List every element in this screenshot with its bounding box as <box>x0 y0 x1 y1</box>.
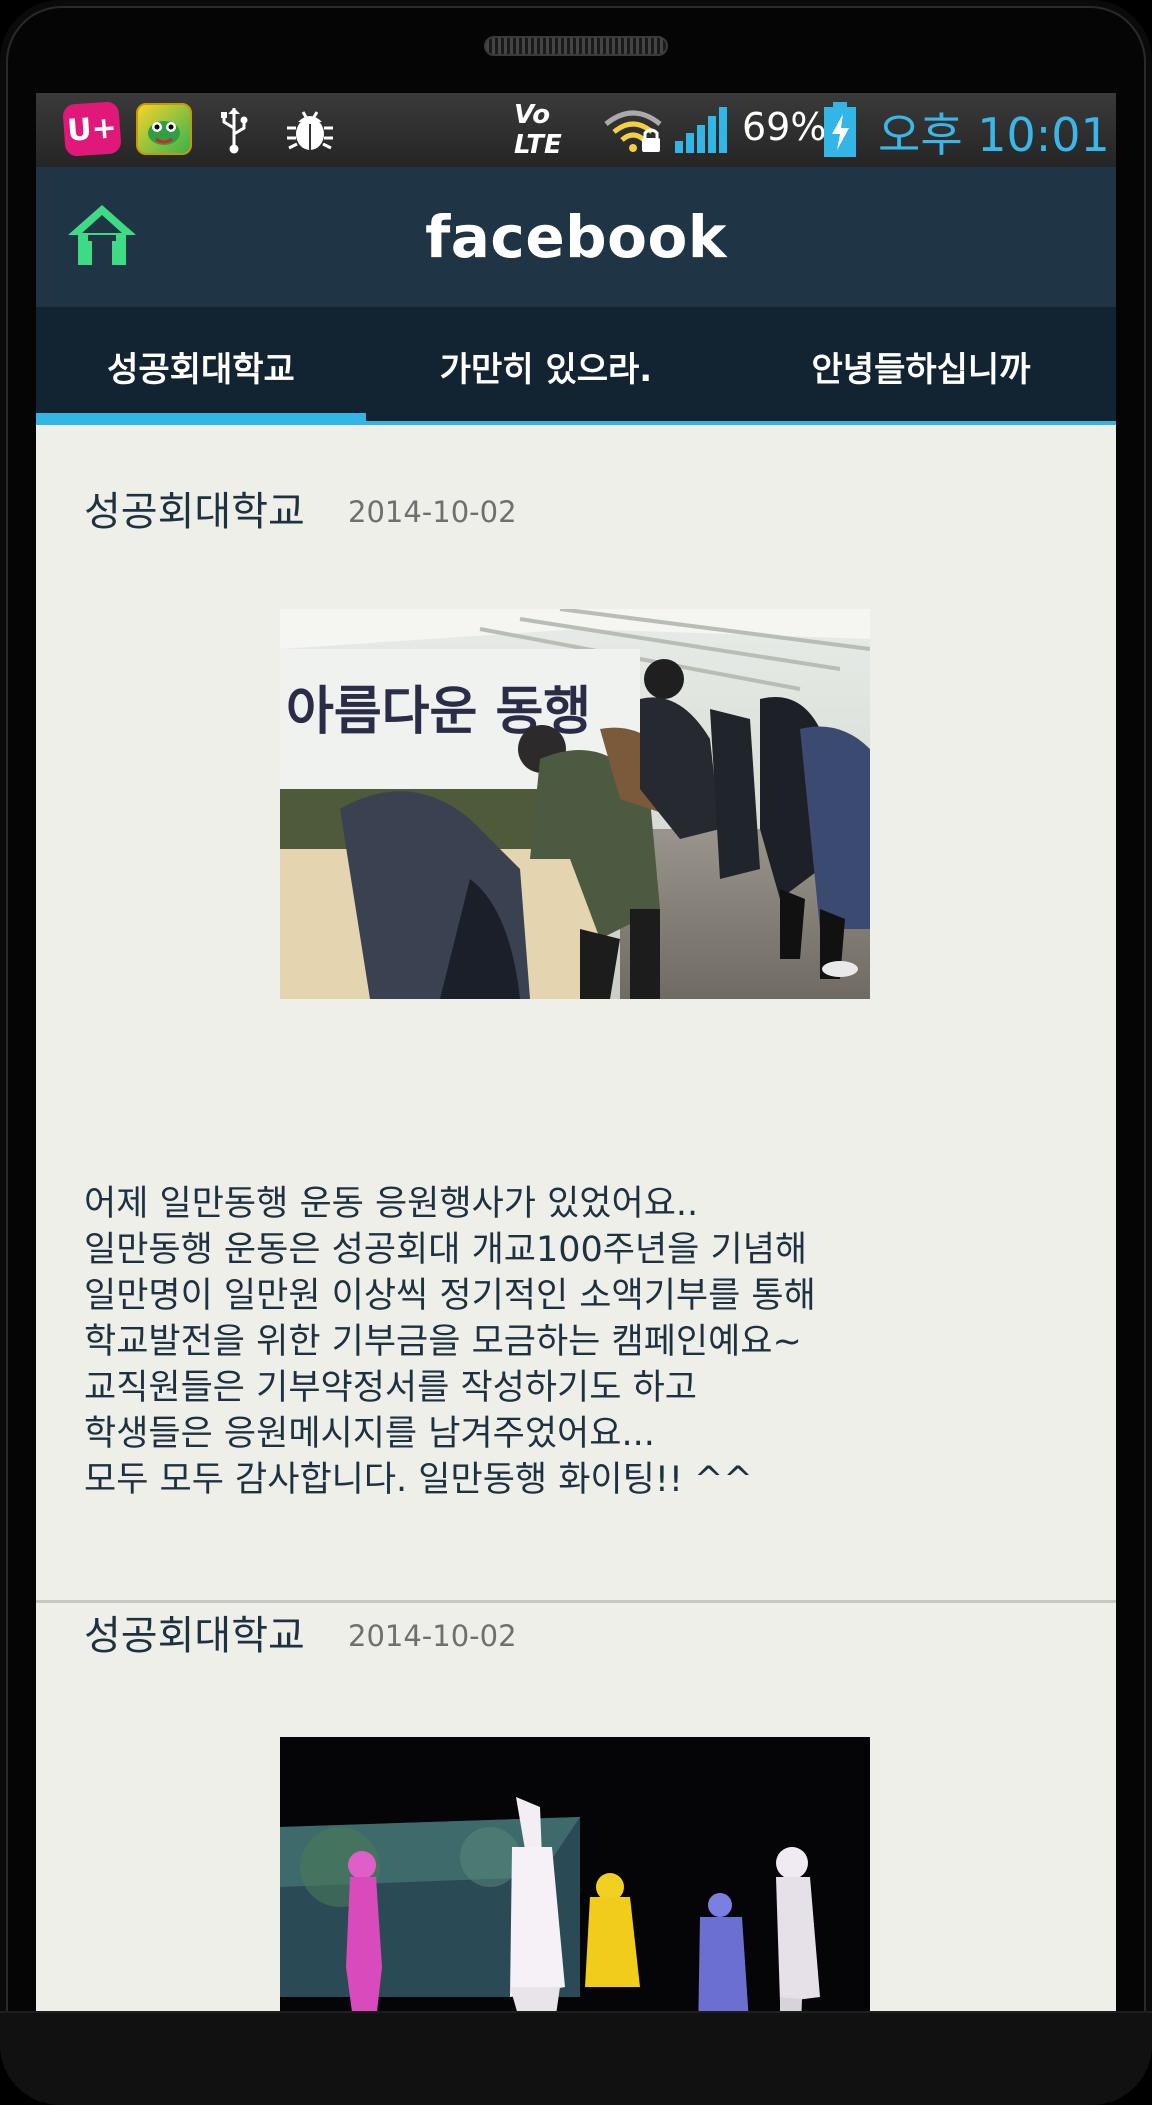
speaker-grille <box>484 36 668 56</box>
volte-indicator: Vo LTE <box>514 100 594 160</box>
clock-time: 오후 10:01 <box>878 108 1110 162</box>
tab-label: 가만히 있으라. <box>439 349 653 390</box>
tab-label: 성공회대학교 <box>107 349 295 390</box>
action-bar: facebook <box>36 167 1116 307</box>
post-date: 2014-10-02 <box>348 1619 517 1653</box>
status-bar: U+ Vo LTE 69% 오후 10:01 <box>36 93 1116 167</box>
post-photo[interactable]: 아름다운 동행 <box>280 609 870 999</box>
tab-hello[interactable]: 안녕들하십니까 <box>726 307 1116 425</box>
battery-charging-icon <box>822 102 858 157</box>
post-author: 성공회대학교 <box>84 1613 305 1659</box>
wifi-lock-icon <box>600 103 666 157</box>
usb-icon <box>214 103 254 157</box>
carrier-badge-label: U+ <box>66 109 118 149</box>
tab-selected-indicator <box>36 413 366 425</box>
carrier-app-icon: U+ <box>62 101 122 157</box>
feed-list[interactable]: 성공회대학교 2014-10-02 아름다운 동행 어제 일만동행 운동 응원행… <box>36 425 1116 2013</box>
post-author: 성공회대학교 <box>84 489 305 535</box>
battery-percent: 69% <box>742 105 827 149</box>
tab-bar: 성공회대학교 가만히 있으라. 안녕들하십니까 <box>36 307 1116 425</box>
signal-strength-icon <box>672 103 732 157</box>
screen: U+ Vo LTE 69% 오후 10:01 facebook 성공회대학교 가… <box>36 93 1116 2013</box>
phone-frame: U+ Vo LTE 69% 오후 10:01 facebook 성공회대학교 가… <box>0 0 1152 2105</box>
phone-bottom-bezel <box>0 2011 1152 2105</box>
app-title: facebook <box>425 203 727 271</box>
post-date: 2014-10-02 <box>348 495 517 529</box>
tab-stay-still[interactable]: 가만히 있으라. <box>366 307 726 425</box>
volte-label: Vo LTE <box>514 100 562 160</box>
tab-label: 안녕들하십니까 <box>811 349 1031 390</box>
debug-bug-icon <box>282 103 338 157</box>
tab-sungkonghoe[interactable]: 성공회대학교 <box>36 307 366 425</box>
post-item[interactable]: 성공회대학교 2014-10-02 아름다운 동행 어제 일만동행 운동 응원행… <box>36 425 1116 1603</box>
post-photo[interactable] <box>280 1737 870 2013</box>
post-body-text: 어제 일만동행 운동 응원행사가 있었어요.. 일만동행 운동은 성공회대 개교… <box>84 1184 816 1500</box>
game-app-icon <box>136 103 192 155</box>
post-item[interactable]: 성공회대학교 2014-10-02 <box>36 1603 1116 2013</box>
